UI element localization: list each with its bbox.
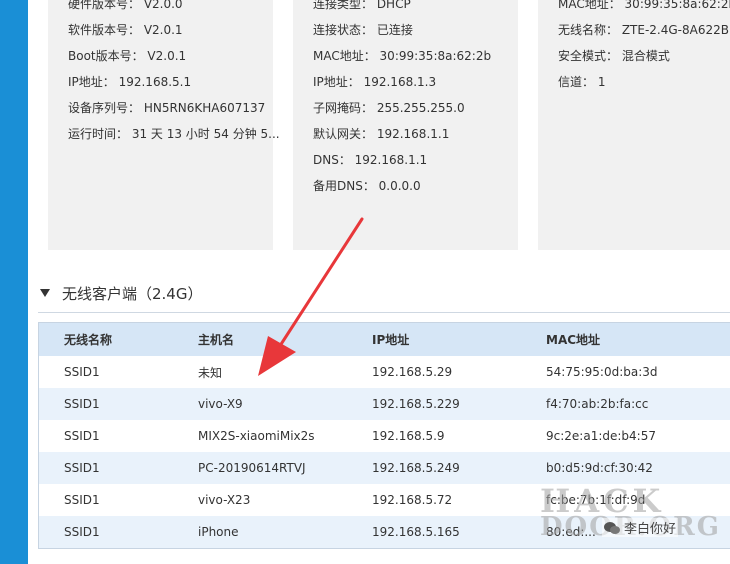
wechat-icon xyxy=(604,521,620,534)
watermark-line1: HACK xyxy=(540,482,665,520)
wechat-watermark: 李白你好 xyxy=(602,518,679,537)
wechat-account-name: 李白你好 xyxy=(624,522,677,537)
red-annotation-arrow-icon xyxy=(258,217,364,376)
